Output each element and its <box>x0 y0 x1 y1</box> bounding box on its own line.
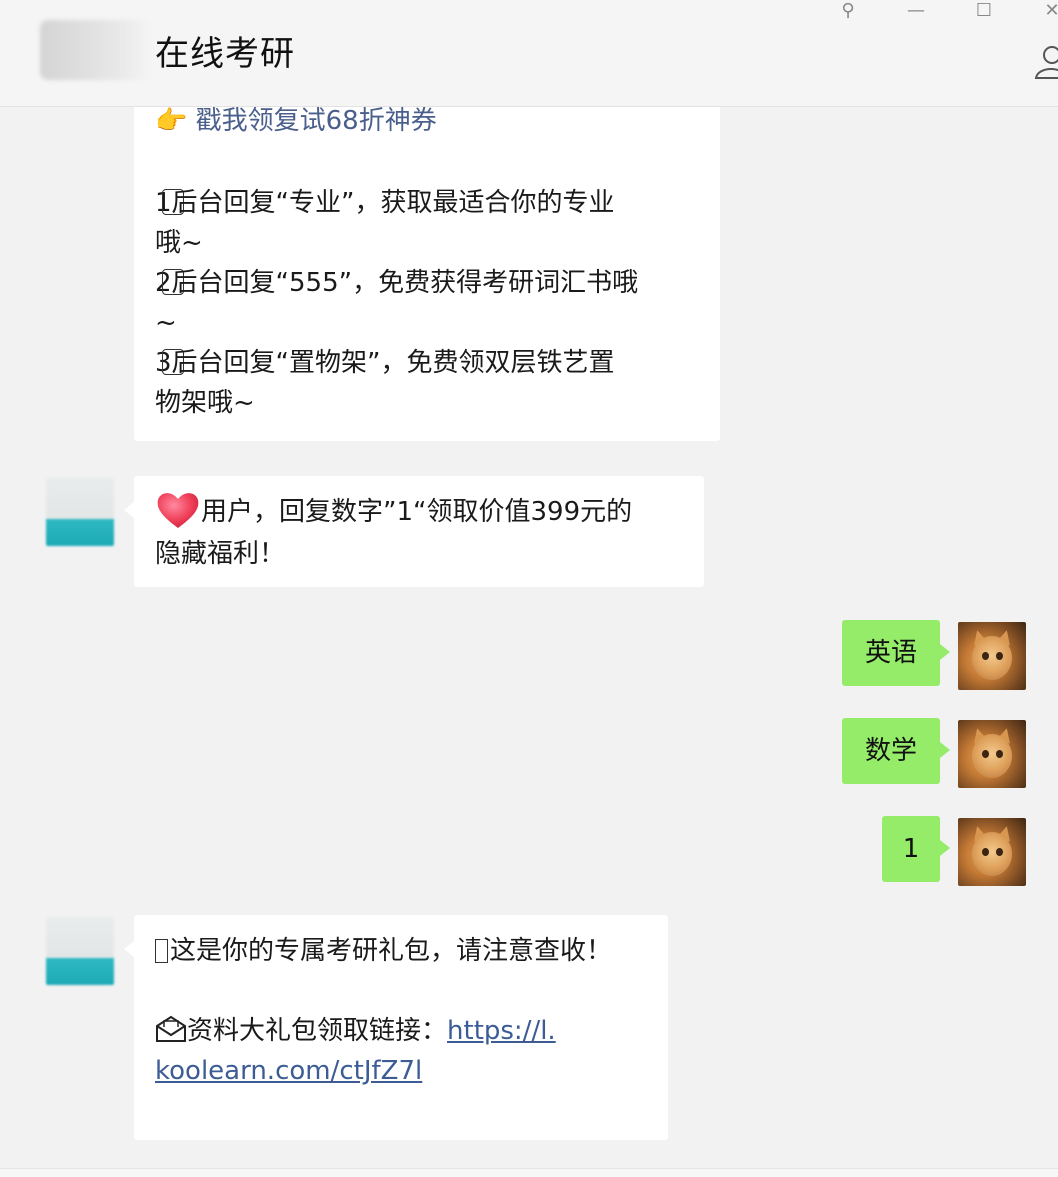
download-link[interactable]: koolearn.com/ctJfZ7l <box>155 1051 422 1091</box>
list-line-text: 后台回复“置物架”，免费领双层铁艺置 <box>171 348 615 378</box>
minimize-icon[interactable]: — <box>902 0 930 21</box>
sender-avatar[interactable] <box>46 478 114 546</box>
outgoing-message: 1 <box>882 816 940 882</box>
pointing-hand-icon: 👉 <box>155 107 188 136</box>
message-text: 隐藏福利！ <box>155 539 286 569</box>
bubble-tail <box>940 644 950 660</box>
bubble-tail <box>124 502 134 518</box>
list-line-text: 哦~ <box>155 228 203 258</box>
message-text: 这是你的专属考研礼包，请注意查收！ <box>170 936 613 966</box>
user-avatar[interactable] <box>958 720 1026 788</box>
unsupported-glyph-icon <box>155 939 168 963</box>
outgoing-message: 数学 <box>842 718 940 784</box>
list-line-text: 后台回复“555”，免费获得考研词汇书哦 <box>171 268 639 298</box>
incoming-message-promo: 👉 戳我领复试68折神券 1后台回复“专业”，获取最适合你的专业 哦~ 2后台回… <box>134 107 720 441</box>
bubble-tail <box>940 840 950 856</box>
user-avatar[interactable] <box>958 818 1026 886</box>
chat-avatar[interactable] <box>40 20 152 80</box>
bubble-tail <box>124 941 134 957</box>
maximize-icon[interactable]: ☐ <box>970 0 998 21</box>
chat-area[interactable]: 👉 戳我领复试68折神券 1后台回复“专业”，获取最适合你的专业 哦~ 2后台回… <box>0 107 1058 1176</box>
outgoing-message: 英语 <box>842 620 940 686</box>
contact-icon[interactable] <box>1034 44 1058 80</box>
chat-title: 在线考研 <box>155 34 295 74</box>
message-text: 用户，回复数字”1“领取价值399元的 <box>201 497 633 527</box>
incoming-message-benefit: 用户，回复数字”1“领取价值399元的 隐藏福利！ <box>134 476 704 587</box>
title-bar: 在线考研 ⚲ — ☐ ✕ <box>0 0 1058 107</box>
envelope-icon <box>156 1015 186 1042</box>
close-icon[interactable]: ✕ <box>1038 0 1058 21</box>
list-line-text: 后台回复“专业”，获取最适合你的专业 <box>171 188 615 218</box>
pin-icon[interactable]: ⚲ <box>834 0 862 21</box>
message-text: 资料大礼包领取链接： <box>187 1016 448 1046</box>
coupon-link[interactable]: 戳我领复试68折神券 <box>196 107 437 136</box>
incoming-message-giftpack: 这是你的专属考研礼包，请注意查收！ 资料大礼包领取链接：https://l. k… <box>134 915 668 1140</box>
heart-icon <box>157 493 199 528</box>
sender-avatar[interactable] <box>46 917 114 985</box>
user-avatar[interactable] <box>958 622 1026 690</box>
list-line-text: ~ <box>155 308 177 338</box>
download-link[interactable]: https://l. <box>447 1016 556 1046</box>
list-line-text: 物架哦~ <box>155 388 255 418</box>
bubble-tail <box>940 742 950 758</box>
